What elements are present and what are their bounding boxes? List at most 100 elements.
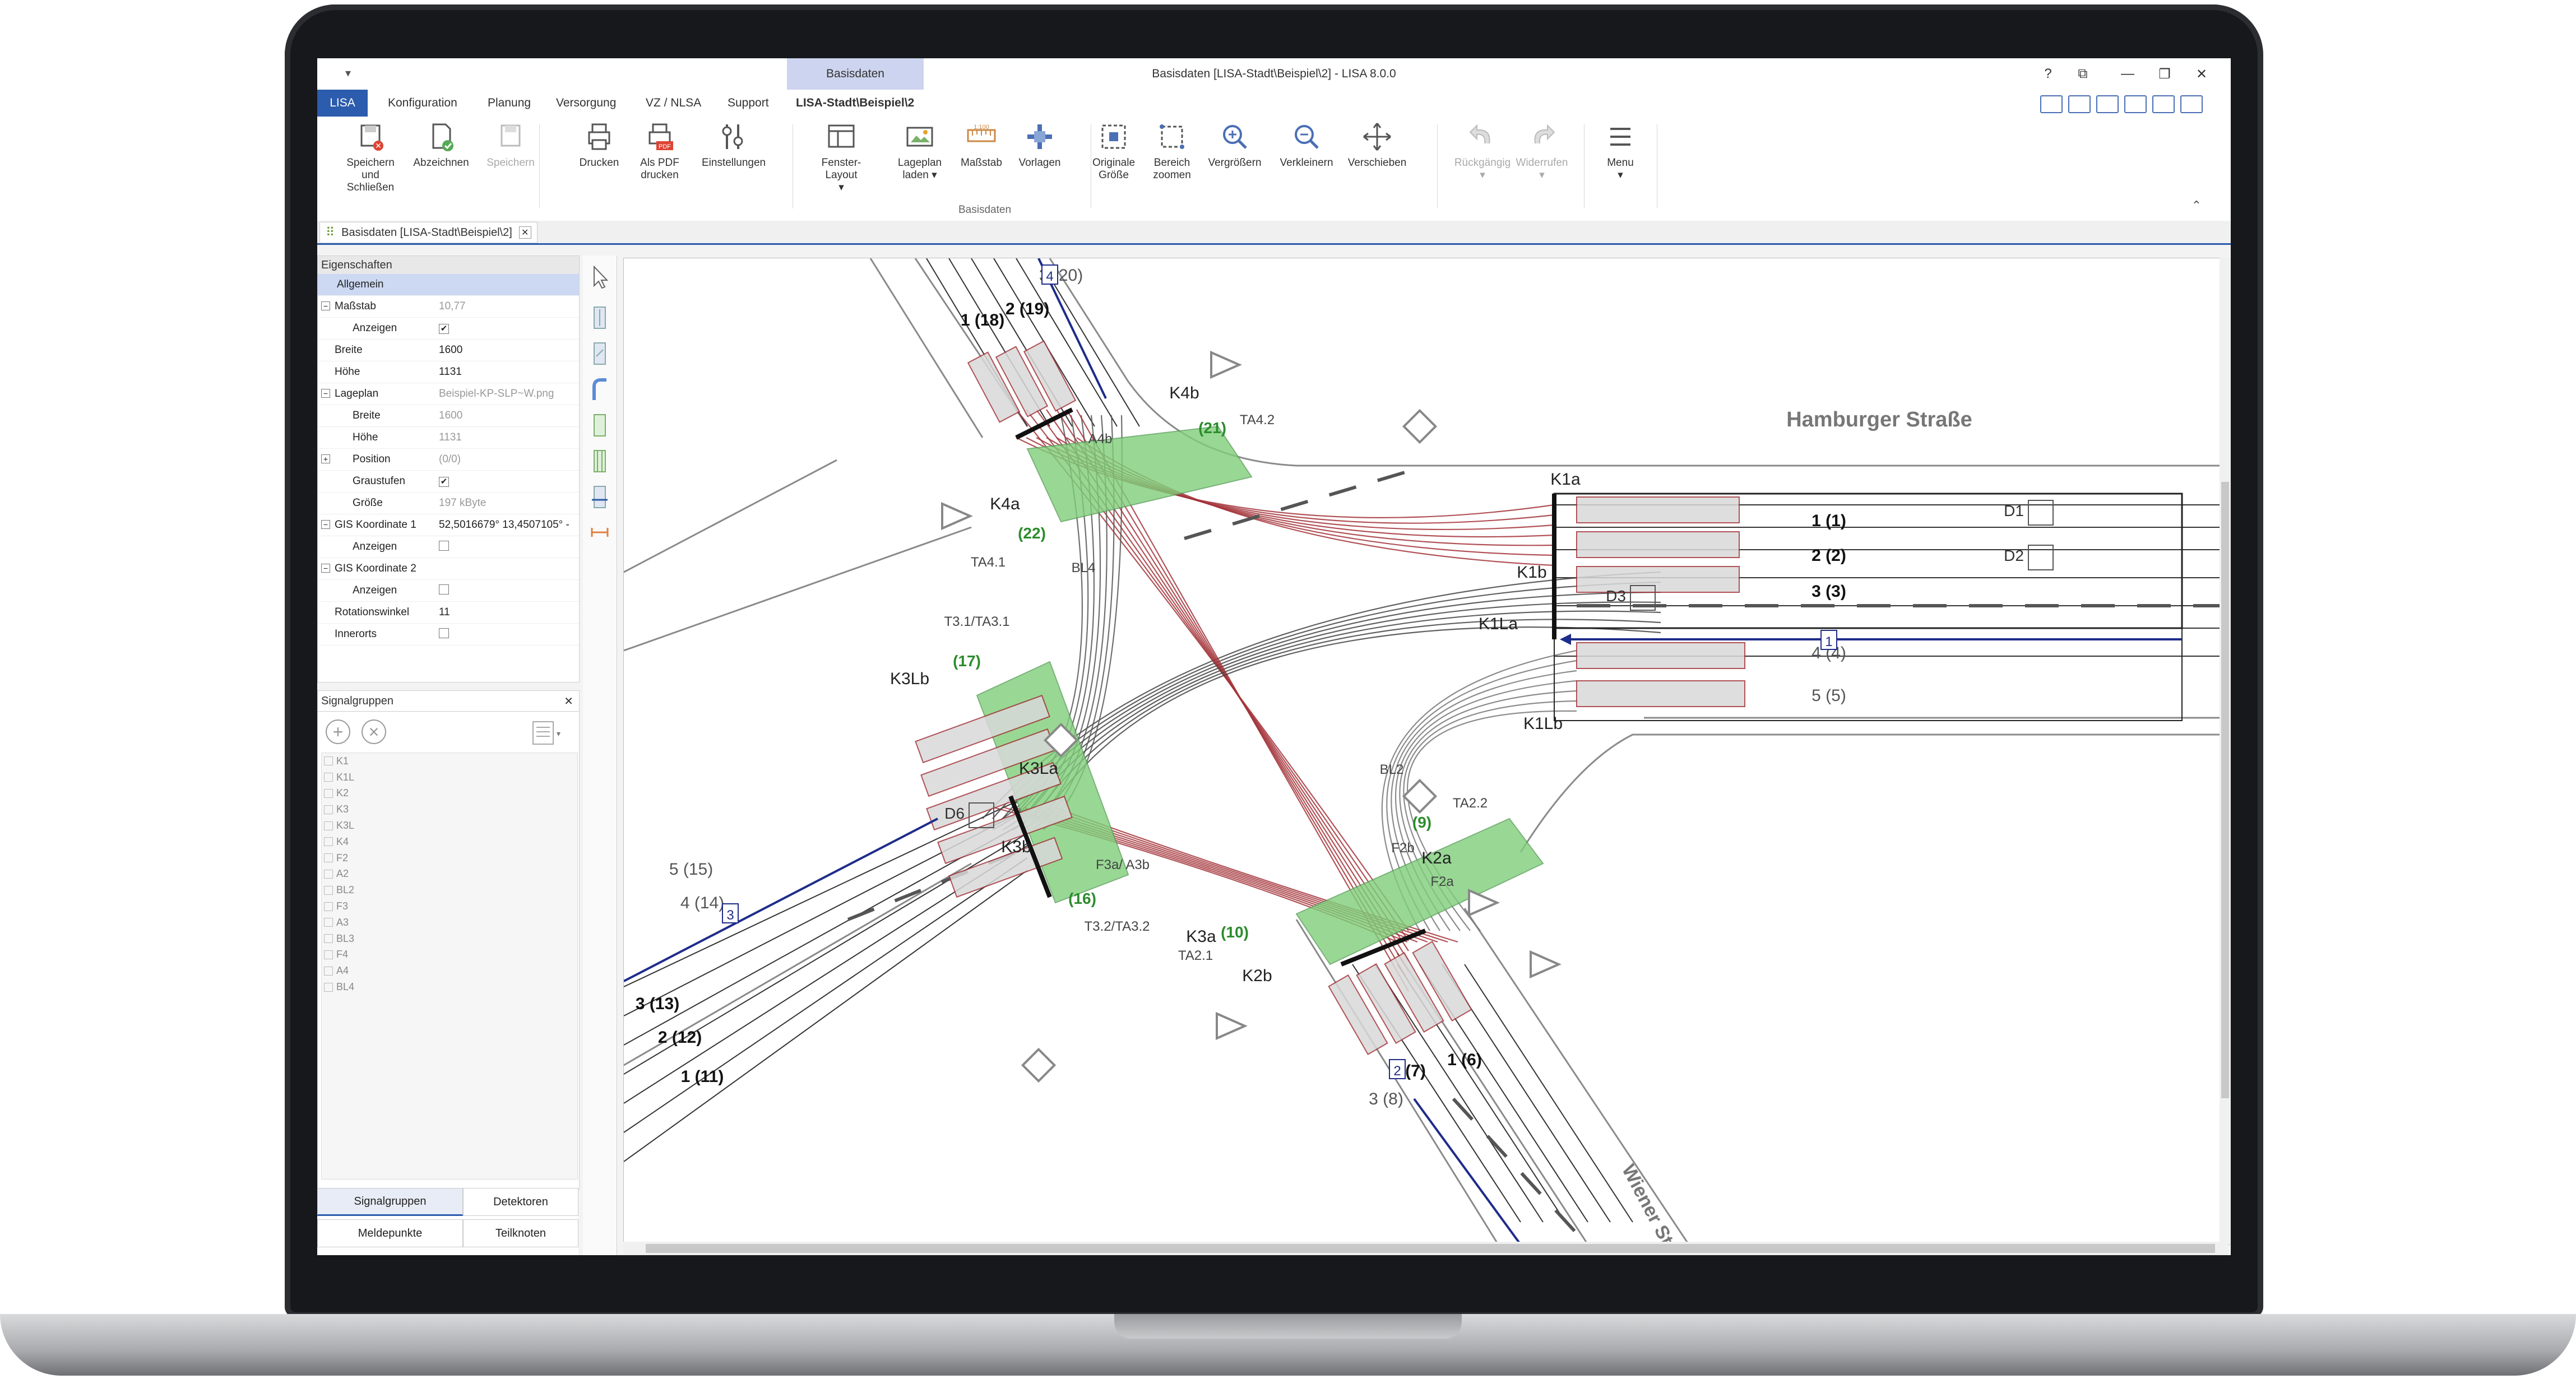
- pan-button[interactable]: Verschieben: [1346, 121, 1408, 169]
- tab-konfiguration[interactable]: Konfiguration: [380, 90, 465, 117]
- layout-2-icon[interactable]: [2068, 95, 2091, 113]
- property-value[interactable]: [439, 628, 449, 642]
- property-row[interactable]: Höhe 1131: [318, 361, 579, 383]
- tab-detektoren[interactable]: Detektoren: [463, 1188, 578, 1216]
- property-row[interactable]: Breite 1600: [318, 340, 579, 361]
- property-value[interactable]: 1131: [439, 431, 462, 444]
- intersection-plan[interactable]: Hamburger Straße Wiener Str 1 (1) 2 (2) 3 (3…: [624, 258, 2229, 1245]
- property-row[interactable]: Größe 197 kByte: [318, 493, 579, 514]
- property-value[interactable]: [439, 584, 449, 598]
- signal-group-item[interactable]: K4: [322, 834, 577, 850]
- property-value[interactable]: (0/0): [439, 453, 461, 466]
- layout-4-icon[interactable]: [2124, 95, 2147, 113]
- property-value[interactable]: 1131: [439, 366, 462, 378]
- property-row[interactable]: Innerorts: [318, 624, 579, 646]
- property-row[interactable]: Allgemein: [318, 274, 579, 296]
- tab-signalgruppen[interactable]: Signalgruppen: [317, 1188, 463, 1216]
- signal-group-item[interactable]: K1: [322, 753, 577, 769]
- horizontal-scrollbar[interactable]: [623, 1242, 2228, 1255]
- collapse-ribbon-icon[interactable]: ⌃: [2192, 198, 2202, 213]
- close-panel-icon[interactable]: ✕: [564, 694, 573, 708]
- document-tab[interactable]: ⠿ Basisdaten [LISA-Stadt\Beispiel\2] ✕: [319, 222, 538, 243]
- property-row[interactable]: + Position (0/0): [318, 449, 579, 471]
- signal-group-checkbox[interactable]: [324, 837, 333, 847]
- signal-group-item[interactable]: A3: [322, 914, 577, 931]
- signal-group-item[interactable]: K3L: [322, 818, 577, 834]
- tab-vz-nlsa[interactable]: VZ / NLSA: [638, 90, 709, 117]
- lane-tool-1-icon[interactable]: [590, 304, 610, 332]
- templates-button[interactable]: Vorlagen: [1009, 121, 1071, 169]
- select-pointer-icon[interactable]: [590, 263, 610, 291]
- pdf-print-button[interactable]: PDF Als PDF drucken: [629, 121, 691, 182]
- signal-group-checkbox[interactable]: [324, 788, 333, 798]
- save-button[interactable]: Speichern: [480, 121, 541, 169]
- list-options-icon[interactable]: ▾: [531, 719, 564, 747]
- property-value[interactable]: [439, 541, 449, 554]
- signal-group-item[interactable]: BL4: [322, 979, 577, 995]
- property-row[interactable]: − GIS Koordinate 2: [318, 558, 579, 580]
- property-row[interactable]: Rotationswinkel 11: [318, 602, 579, 624]
- remove-signal-group-button[interactable]: ×: [362, 719, 386, 744]
- signal-group-item[interactable]: K3: [322, 801, 577, 818]
- signal-group-item[interactable]: BL2: [322, 882, 577, 898]
- property-row[interactable]: − GIS Koordinate 1 52,5016679° 13,4507105°…: [318, 514, 579, 536]
- layout-1-icon[interactable]: [2040, 95, 2063, 113]
- minimize-button[interactable]: —: [2118, 64, 2138, 84]
- signal-group-checkbox[interactable]: [324, 773, 333, 782]
- property-value[interactable]: ✔: [439, 322, 449, 335]
- zoom-out-button[interactable]: Verkleinern: [1276, 121, 1337, 169]
- signal-group-item[interactable]: A2: [322, 866, 577, 883]
- maximize-button[interactable]: ❐: [2155, 64, 2175, 84]
- measure-tool-icon[interactable]: [590, 519, 610, 547]
- property-value[interactable]: 1600: [439, 344, 462, 356]
- property-row[interactable]: Anzeigen ✔: [318, 318, 579, 340]
- restore-layout-icon[interactable]: ⧉: [2073, 64, 2093, 84]
- property-value[interactable]: 52,5016679° 13,4507105° -: [439, 519, 569, 531]
- crosswalk-tool-icon[interactable]: [590, 447, 610, 475]
- signal-group-checkbox[interactable]: [324, 902, 333, 911]
- property-checkbox[interactable]: ✔: [439, 324, 449, 334]
- property-value[interactable]: 197 kByte: [439, 497, 487, 509]
- expand-toggle-icon[interactable]: −: [321, 389, 330, 398]
- add-signal-group-button[interactable]: +: [326, 719, 350, 744]
- load-plan-button[interactable]: Lageplan laden ▾: [889, 121, 951, 182]
- menu-button[interactable]: Menu ▾: [1590, 121, 1651, 182]
- signal-group-item[interactable]: F2: [322, 850, 577, 866]
- signal-group-item[interactable]: K2: [322, 786, 577, 802]
- stop-line-tool-icon[interactable]: [590, 483, 610, 511]
- tab-lisa[interactable]: LISA: [317, 90, 368, 117]
- signal-group-checkbox[interactable]: [324, 853, 333, 863]
- signal-group-item[interactable]: K1L: [322, 769, 577, 786]
- original-size-button[interactable]: Originale Größe: [1083, 121, 1145, 182]
- help-icon[interactable]: ?: [2038, 64, 2058, 84]
- zoom-area-button[interactable]: Bereich zoomen: [1141, 121, 1203, 182]
- property-row[interactable]: Höhe 1131: [318, 427, 579, 449]
- signal-group-item[interactable]: A4: [322, 963, 577, 979]
- quick-access-dropdown[interactable]: ▾: [345, 66, 351, 80]
- vertical-scrollbar[interactable]: [2220, 258, 2231, 1244]
- property-value[interactable]: 1600: [439, 410, 462, 422]
- close-button[interactable]: ✕: [2192, 64, 2212, 84]
- abzeichnen-button[interactable]: Abzeichnen: [410, 121, 472, 169]
- expand-toggle-icon[interactable]: −: [321, 564, 330, 573]
- layout-5-icon[interactable]: [2152, 95, 2175, 113]
- property-checkbox[interactable]: ✔: [439, 477, 449, 487]
- signal-group-checkbox[interactable]: [324, 885, 333, 895]
- lane-tool-2-icon[interactable]: [590, 340, 610, 368]
- signal-group-item[interactable]: F4: [322, 947, 577, 963]
- property-checkbox[interactable]: [439, 541, 449, 551]
- expand-toggle-icon[interactable]: −: [321, 520, 330, 529]
- property-checkbox[interactable]: [439, 628, 449, 638]
- property-checkbox[interactable]: [439, 584, 449, 595]
- settings-button[interactable]: Einstellungen: [702, 121, 766, 169]
- signal-group-checkbox[interactable]: [324, 918, 333, 927]
- scale-button[interactable]: 1:100 Maßstab: [951, 121, 1012, 169]
- signal-group-checkbox[interactable]: [324, 966, 333, 976]
- property-value[interactable]: Beispiel-KP-SLP~W.png: [439, 388, 554, 400]
- signal-group-item[interactable]: F3: [322, 898, 577, 914]
- save-close-button[interactable]: ✕ Speichern und Schließen: [340, 121, 401, 194]
- signal-group-checkbox[interactable]: [324, 950, 333, 959]
- signal-group-checkbox[interactable]: [324, 756, 333, 766]
- horizontal-scroll-thumb[interactable]: [646, 1244, 2215, 1253]
- signal-group-checkbox[interactable]: [324, 805, 333, 814]
